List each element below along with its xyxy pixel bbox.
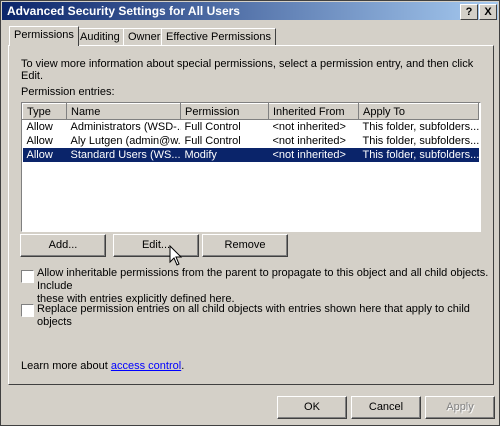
title-bar[interactable]: Advanced Security Settings for All Users… [2, 2, 498, 20]
cell-type: Allow [26, 121, 53, 133]
column-header-inherited-from[interactable]: Inherited From [268, 103, 359, 120]
advanced-security-dialog: Advanced Security Settings for All Users… [0, 0, 500, 426]
tab-effective-permissions[interactable]: Effective Permissions [161, 28, 276, 45]
remove-button[interactable]: Remove [202, 234, 288, 257]
cell-type: Allow [22, 148, 67, 162]
cell-apply-to: This folder, subfolders... [362, 135, 479, 147]
help-icon[interactable]: ? [460, 4, 478, 20]
cancel-button[interactable]: Cancel [351, 396, 421, 419]
column-header-type[interactable]: Type [22, 103, 67, 120]
inherit-permissions-label-line1: Allow inheritable permissions from the p… [37, 267, 489, 292]
tab-owner[interactable]: Owner [123, 28, 166, 45]
access-control-link[interactable]: access control [111, 360, 181, 372]
learn-more-suffix: . [181, 360, 185, 372]
intro-text: To view more information about special p… [21, 58, 474, 82]
cell-inherited-from: <not inherited> [268, 148, 359, 162]
column-header-apply-to[interactable]: Apply To [358, 103, 479, 120]
mouse-pointer-icon [169, 245, 183, 266]
cell-inherited-from: <not inherited> [272, 135, 346, 147]
close-icon[interactable]: X [479, 4, 497, 20]
replace-permissions-checkbox[interactable] [21, 304, 34, 317]
inherit-permissions-label: Allow inheritable permissions from the p… [37, 267, 493, 306]
edit-button[interactable]: Edit... [113, 234, 199, 257]
column-header-name[interactable]: Name [66, 103, 181, 120]
cell-name: Aly Lutgen (admin@w... [70, 135, 181, 147]
column-header-permission[interactable]: Permission [180, 103, 269, 120]
table-row[interactable]: Allow Aly Lutgen (admin@w... Full Contro… [23, 134, 479, 148]
cell-apply-to: This folder, subfolders... [362, 121, 479, 133]
window-title: Advanced Security Settings for All Users [7, 4, 240, 18]
apply-button[interactable]: Apply [425, 396, 495, 419]
add-button[interactable]: Add... [20, 234, 106, 257]
cell-permission: Full Control [184, 121, 241, 133]
learn-more-prefix: Learn more about [21, 360, 111, 372]
column-headers: Type Name Permission Inherited From Appl… [22, 103, 479, 120]
learn-more-text: Learn more about access control. [21, 360, 184, 372]
cell-apply-to: This folder, subfolders... [358, 148, 479, 162]
cell-permission: Full Control [184, 135, 241, 147]
ok-button[interactable]: OK [277, 396, 347, 419]
permissions-panel: To view more information about special p… [8, 45, 494, 385]
cell-permission: Modify [180, 148, 269, 162]
cell-type: Allow [26, 135, 53, 147]
table-row[interactable]: Allow Administrators (WSD-... Full Contr… [23, 120, 479, 135]
cell-inherited-from: <not inherited> [272, 121, 346, 133]
cell-name: Administrators (WSD-... [70, 121, 181, 133]
permission-table: Type Name Permission Inherited From Appl… [22, 103, 479, 162]
inherit-permissions-checkbox[interactable] [21, 270, 34, 283]
cell-name: Standard Users (WS... [66, 148, 181, 162]
permission-entries-list[interactable]: Type Name Permission Inherited From Appl… [21, 102, 481, 232]
replace-permissions-label: Replace permission entries on all child … [37, 303, 470, 328]
tab-permissions[interactable]: Permissions [9, 26, 79, 46]
table-row-selected[interactable]: Allow Standard Users (WS... Modify <not … [22, 148, 479, 162]
permission-entries-label: Permission entries: [21, 86, 115, 98]
tab-auditing[interactable]: Auditing [75, 28, 125, 45]
